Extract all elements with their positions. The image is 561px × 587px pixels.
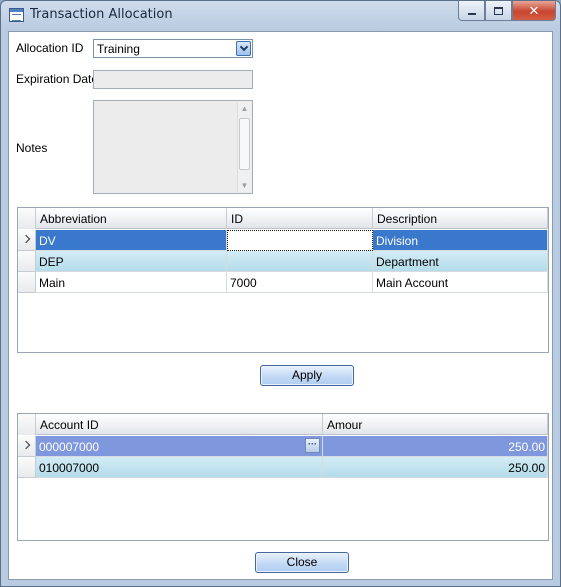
ellipsis-lookup-button[interactable]: ··· <box>305 438 320 453</box>
column-header-abbreviation[interactable]: Abbreviation <box>36 208 227 229</box>
window-icon <box>9 8 24 22</box>
cell-abbreviation[interactable]: DEP <box>36 251 227 272</box>
transaction-allocation-window: Transaction Allocation ✕ Allocation ID T… <box>0 0 561 587</box>
apply-button[interactable]: Apply <box>260 365 354 386</box>
notes-label: Notes <box>16 141 48 155</box>
minimize-button[interactable] <box>458 1 485 21</box>
cell-id[interactable] <box>227 251 373 272</box>
dropdown-button[interactable] <box>236 41 251 56</box>
column-header-amount[interactable]: Amour <box>323 414 548 435</box>
cell-amount[interactable]: 250.00 <box>323 436 548 457</box>
notes-textarea[interactable]: ▲ ▼ <box>93 100 253 194</box>
allocation-id-label: Allocation ID <box>16 41 84 55</box>
current-row-arrow-icon <box>21 234 31 244</box>
cell-id[interactable]: 7000 <box>227 272 373 293</box>
caption-buttons: ✕ <box>458 1 556 21</box>
account-id-value: 000007000 <box>39 440 100 454</box>
row-header[interactable] <box>18 230 36 251</box>
cell-description[interactable]: Division <box>373 230 548 251</box>
scroll-up-icon[interactable]: ▲ <box>240 104 249 113</box>
cell-account-id[interactable]: 000007000 ··· <box>36 436 323 457</box>
cell-description[interactable]: Department <box>373 251 548 272</box>
cell-id[interactable] <box>227 230 373 251</box>
cell-amount[interactable]: 250.00 <box>323 457 548 478</box>
column-header-id[interactable]: ID <box>227 208 373 229</box>
close-icon: ✕ <box>528 2 540 18</box>
row-header[interactable] <box>18 457 36 478</box>
dialog-body: Allocation ID Training Expiration Date N… <box>8 31 553 580</box>
accounts-grid[interactable]: Account ID Amour 000007000 ··· 250.00 01… <box>17 413 549 541</box>
accounts-grid-header: Account ID Amour <box>18 414 548 435</box>
window-title: Transaction Allocation <box>30 7 173 22</box>
close-button[interactable]: Close <box>255 552 349 573</box>
close-window-button[interactable]: ✕ <box>512 1 556 21</box>
cell-description[interactable]: Main Account <box>373 272 548 293</box>
title-bar[interactable]: Transaction Allocation ✕ <box>1 1 560 29</box>
minimize-icon <box>467 12 476 15</box>
notes-scrollbar[interactable]: ▲ ▼ <box>237 102 251 192</box>
scroll-thumb[interactable] <box>239 118 250 170</box>
table-row[interactable]: 000007000 ··· 250.00 <box>18 436 548 457</box>
segments-grid[interactable]: Abbreviation ID Description DV Division … <box>17 207 549 353</box>
chevron-down-icon <box>239 42 248 52</box>
cell-abbreviation[interactable]: Main <box>36 272 227 293</box>
segments-grid-header: Abbreviation ID Description <box>18 208 548 229</box>
table-row[interactable]: DV Division <box>18 230 548 251</box>
scroll-down-icon[interactable]: ▼ <box>240 181 249 190</box>
allocation-id-value: Training <box>97 42 140 56</box>
row-header[interactable] <box>18 272 36 293</box>
current-row-arrow-icon <box>21 440 31 450</box>
grid-corner <box>18 208 36 229</box>
column-header-description[interactable]: Description <box>373 208 548 229</box>
grid-corner <box>18 414 36 435</box>
expiration-date-label: Expiration Date <box>16 72 99 86</box>
maximize-button[interactable] <box>485 1 512 21</box>
row-header[interactable] <box>18 251 36 272</box>
maximize-icon <box>494 6 503 15</box>
table-row[interactable]: DEP Department <box>18 251 548 272</box>
cell-account-id[interactable]: 010007000 <box>36 457 323 478</box>
column-header-account-id[interactable]: Account ID <box>36 414 323 435</box>
table-row[interactable]: Main 7000 Main Account <box>18 272 548 293</box>
expiration-date-field[interactable] <box>93 70 253 89</box>
cell-abbreviation[interactable]: DV <box>36 230 227 251</box>
row-header[interactable] <box>18 436 36 457</box>
table-row[interactable]: 010007000 250.00 <box>18 457 548 478</box>
allocation-id-combobox[interactable]: Training <box>93 39 253 58</box>
